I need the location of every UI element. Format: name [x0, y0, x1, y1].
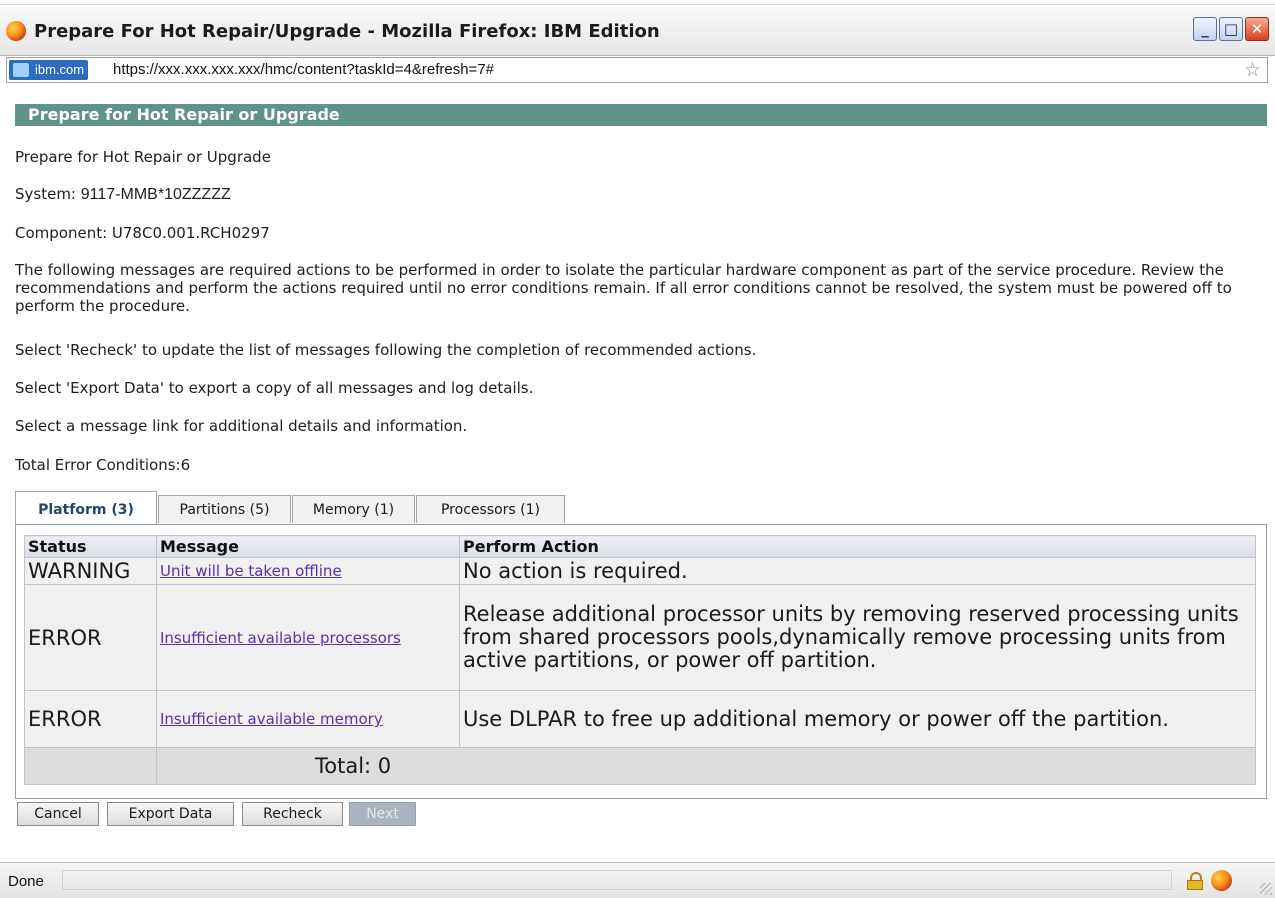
firefox-status-icon[interactable] — [1211, 870, 1232, 891]
next-button: Next — [349, 802, 416, 826]
tab-partitions[interactable]: Partitions (5) — [158, 495, 291, 523]
link-instruction: Select a message link for additional det… — [15, 417, 468, 435]
browser-status-bar: Done — [0, 862, 1275, 898]
message-link[interactable]: Unit will be taken offline — [160, 562, 342, 580]
component-line: Component: U78C0.001.RCH0297 — [15, 224, 270, 242]
close-button[interactable]: ✕ — [1245, 17, 1269, 41]
status-cell: WARNING — [24, 557, 157, 585]
window-controls: _ □ ✕ — [1193, 17, 1269, 41]
resize-grip-icon[interactable] — [1260, 883, 1272, 895]
status-text: Done — [8, 873, 44, 890]
description-paragraph: The following messages are required acti… — [15, 261, 1232, 315]
total-empty-cell — [24, 747, 157, 785]
status-progress-field — [62, 870, 1172, 890]
action-cell: Release additional processor units by re… — [459, 584, 1256, 691]
message-link[interactable]: Insufficient available processors — [160, 629, 401, 647]
column-header-message[interactable]: Message — [156, 535, 460, 558]
message-cell: Unit will be taken offline — [156, 557, 460, 585]
message-link[interactable]: Insufficient available memory — [160, 710, 383, 728]
page-heading: Prepare for Hot Repair or Upgrade — [15, 148, 271, 166]
page-header-bar: Prepare for Hot Repair or Upgrade — [15, 104, 1267, 126]
table-row: ERROR Insufficient available memory Use … — [24, 690, 1256, 748]
maximize-button[interactable]: □ — [1219, 17, 1243, 41]
window-title: Prepare For Hot Repair/Upgrade - Mozilla… — [34, 21, 660, 42]
cancel-button[interactable]: Cancel — [17, 802, 99, 826]
firefox-icon — [6, 21, 26, 41]
table-row: WARNING Unit will be taken offline No ac… — [24, 557, 1256, 585]
address-bar[interactable]: ibm.com https://xxx.xxx.xxx.xxx/hmc/cont… — [6, 57, 1268, 83]
tab-memory[interactable]: Memory (1) — [292, 495, 415, 523]
recheck-instruction: Select 'Recheck' to update the list of m… — [15, 341, 757, 359]
recheck-button[interactable]: Recheck — [242, 802, 343, 826]
action-cell: No action is required. — [459, 557, 1256, 585]
bookmark-star-icon[interactable]: ☆ — [1244, 59, 1261, 81]
export-data-button[interactable]: Export Data — [107, 802, 234, 826]
message-cell: Insufficient available processors — [156, 584, 460, 691]
system-value: 9117-MMB*10ZZZZZ — [80, 186, 231, 203]
total-cell: Total: 0 — [156, 747, 1256, 785]
messages-table: Status Message Perform Action WARNING Un… — [24, 535, 1256, 785]
table-row: ERROR Insufficient available processors … — [24, 584, 1256, 691]
export-instruction: Select 'Export Data' to export a copy of… — [15, 379, 534, 397]
table-header-row: Status Message Perform Action — [24, 535, 1256, 558]
system-label: System: — [15, 185, 76, 203]
status-cell: ERROR — [24, 584, 157, 691]
action-cell: Use DLPAR to free up additional memory o… — [459, 690, 1256, 748]
tab-platform[interactable]: Platform (3) — [15, 491, 157, 526]
system-line: System: 9117-MMB*10ZZZZZ — [15, 185, 231, 204]
column-header-status[interactable]: Status — [24, 535, 157, 558]
total-error-conditions: Total Error Conditions:6 — [15, 456, 191, 474]
table-total-row: Total: 0 — [24, 747, 1256, 785]
message-cell: Insufficient available memory — [156, 690, 460, 748]
total-label: Total: 0 — [315, 754, 392, 778]
site-identity-badge[interactable]: ibm.com — [9, 60, 89, 80]
minimize-button[interactable]: _ — [1193, 17, 1217, 41]
url-text[interactable]: https://xxx.xxx.xxx.xxx/hmc/content?task… — [113, 61, 494, 78]
status-cell: ERROR — [24, 690, 157, 748]
messages-panel: Status Message Perform Action WARNING Un… — [15, 524, 1267, 799]
lock-icon[interactable] — [1187, 872, 1203, 890]
page-header-title: Prepare for Hot Repair or Upgrade — [28, 105, 340, 124]
window-title-bar[interactable]: Prepare For Hot Repair/Upgrade - Mozilla… — [0, 4, 1275, 56]
column-header-perform-action[interactable]: Perform Action — [459, 535, 1256, 558]
tab-processors[interactable]: Processors (1) — [416, 495, 565, 523]
